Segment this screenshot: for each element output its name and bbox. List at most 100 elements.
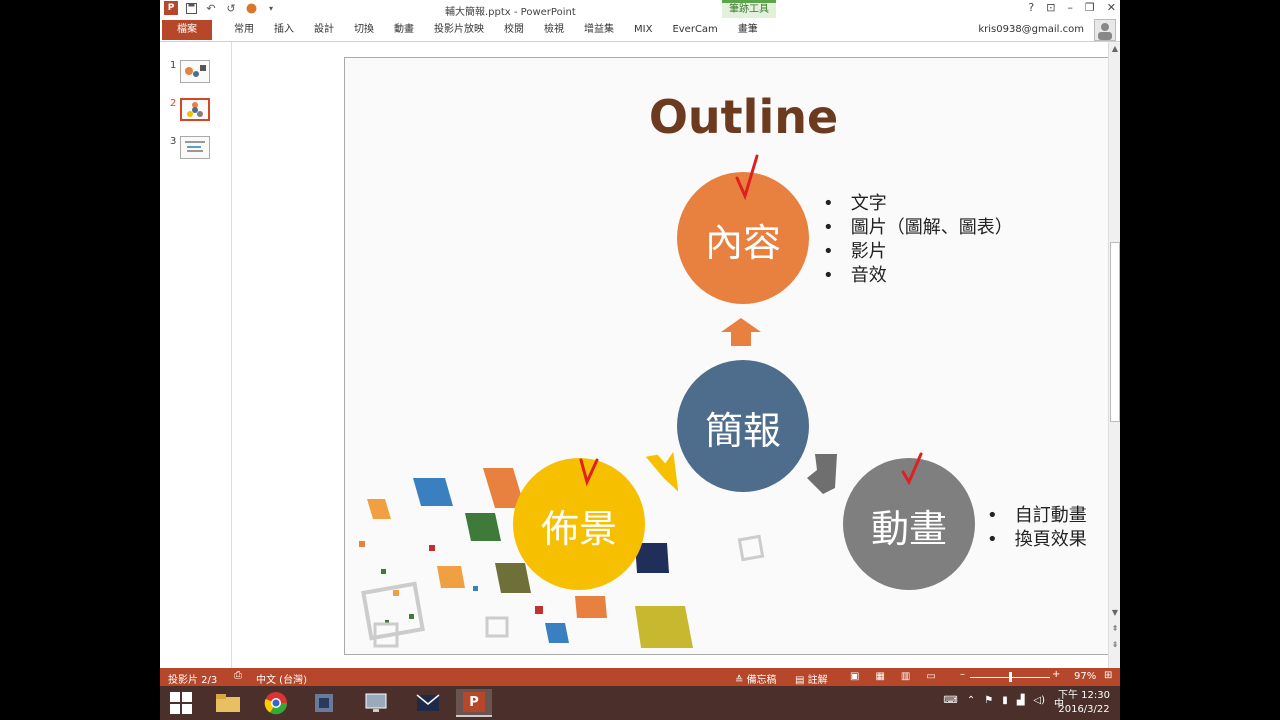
help-icon[interactable]: ? [1028, 1, 1034, 14]
thumbnail-number: 3 [170, 136, 177, 147]
slide-editing-area: Outline 內容 簡報 佈景 動畫 • 文字 • 圖片（圖解、圖表） • 影… [232, 42, 1120, 668]
volume-icon[interactable]: ◁) [1033, 695, 1045, 710]
language-indicator[interactable]: 中文 (台灣) [256, 671, 307, 686]
ribbon-tab[interactable]: MIX [624, 24, 662, 36]
ribbon-display-options-icon[interactable]: ⊡ [1046, 1, 1055, 14]
ribbon-tabs: 檔案 常用 插入 設計 切換 動畫 投影片放映 校閱 檢視 增益集 MIX EverCam 畫筆 kr… [160, 18, 1120, 42]
notes-button[interactable]: ≙ 備忘稿 [735, 671, 777, 686]
show-hidden-icons-icon[interactable]: ⌃ [967, 695, 975, 710]
powerpoint-logo-icon: P [164, 1, 178, 15]
slide-thumbnail-2[interactable]: 2 [170, 98, 211, 121]
ribbon-tab[interactable]: 增益集 [574, 24, 624, 36]
windows-logo-icon [170, 692, 192, 714]
zoom-slider[interactable]: – + [960, 669, 1060, 683]
ribbon-tab[interactable]: 校閱 [494, 24, 534, 36]
ribbon-tab-list: 常用 插入 設計 切換 動畫 投影片放映 校閱 檢視 增益集 MIX EverCam 畫筆 [224, 24, 768, 36]
zoom-thumb[interactable] [1009, 672, 1012, 682]
thumbnail-number: 2 [170, 98, 177, 109]
restore-icon[interactable]: ❐ [1085, 1, 1095, 14]
scroll-up-icon[interactable]: ▲ [1109, 44, 1120, 53]
thumbnail-preview [180, 136, 211, 159]
title-bar: P ↶ ↺ ▾ 輔大簡報.pptx - PowerPoint 筆跡工具 ? ⊡ … [160, 0, 1120, 18]
undo-icon[interactable]: ↶ [204, 1, 218, 15]
zoom-out-icon[interactable]: – [960, 669, 965, 680]
next-slide-icon[interactable]: ⇟ [1109, 640, 1120, 649]
save-icon[interactable] [184, 1, 198, 15]
spell-check-icon[interactable]: ⎙ [234, 670, 242, 681]
avatar[interactable] [1094, 19, 1116, 41]
zoom-in-icon[interactable]: + [1052, 669, 1060, 680]
slide-thumbnail-3[interactable]: 3 [170, 136, 211, 159]
redo-icon[interactable]: ↺ [224, 1, 238, 15]
bullet-item: • 圖片（圖解、圖表） [823, 217, 1013, 238]
slide-thumbnail-1[interactable]: 1 [170, 60, 211, 83]
battery-icon[interactable]: ▮ [1002, 695, 1008, 710]
action-center-flag-icon[interactable]: ⚑ [984, 695, 993, 710]
reading-view-icon[interactable]: ▥ [901, 671, 910, 682]
mail-app-icon[interactable] [410, 689, 446, 717]
remote-desktop-icon[interactable] [358, 689, 394, 717]
quick-access-toolbar: P ↶ ↺ ▾ [164, 1, 278, 15]
account-email[interactable]: kris0938@gmail.com [978, 24, 1084, 35]
file-explorer-icon[interactable] [210, 689, 246, 717]
keyboard-icon[interactable]: ⌨ [943, 695, 957, 710]
thumbnail-preview [180, 98, 211, 121]
slide-canvas[interactable]: Outline 內容 簡報 佈景 動畫 • 文字 • 圖片（圖解、圖表） • 影… [344, 57, 1120, 655]
status-bar: 投影片 2/3 ⎙ 中文 (台灣) ≙ 備忘稿 ▤ 註解 ▣ ▦ ▥ ▭ – +… [160, 668, 1120, 686]
previous-slide-icon[interactable]: ⇞ [1109, 624, 1120, 633]
scroll-down-icon[interactable]: ▼ [1109, 608, 1120, 617]
bullet-item: • 音效 [823, 265, 887, 286]
bullet-item: • 換頁效果 [987, 529, 1087, 550]
bullet-item: • 文字 [823, 193, 887, 214]
slideshow-start-icon[interactable] [244, 1, 258, 15]
scrollbar-thumb[interactable] [1110, 242, 1120, 422]
context-tab-ink-tools[interactable]: 筆跡工具 [722, 0, 776, 18]
chrome-icon[interactable] [258, 689, 294, 717]
comments-label: 註解 [807, 675, 828, 686]
ribbon-tab[interactable]: 檢視 [534, 24, 574, 36]
ribbon-tab[interactable]: 常用 [224, 24, 264, 36]
zoom-percent[interactable]: 97% [1074, 671, 1096, 682]
circle-label-presentation: 簡報 [704, 409, 781, 453]
circle-label-content: 內容 [704, 221, 781, 265]
clock[interactable]: 下午 12:30 2016/3/22 [1058, 689, 1110, 717]
ribbon-tab[interactable]: 動畫 [384, 24, 424, 36]
windows-taskbar: P ⌨ ⌃ ⚑ ▮ ▟ ◁) 中 下午 12:30 2016/3/22 [160, 686, 1120, 720]
ribbon-tab[interactable]: 畫筆 [728, 24, 768, 36]
thumbnail-preview [180, 60, 211, 83]
slide-thumbnail-pane: 1 2 3 [160, 42, 232, 668]
circle-label-theme: 佈景 [540, 507, 617, 551]
customize-qat-chevron-down-icon[interactable]: ▾ [264, 1, 278, 15]
circle-label-animation: 動畫 [870, 507, 947, 551]
view-buttons: ▣ ▦ ▥ ▭ [850, 671, 936, 682]
slideshow-view-icon[interactable]: ▭ [926, 671, 935, 682]
ribbon-tab[interactable]: 插入 [264, 24, 304, 36]
ribbon-tab[interactable]: 設計 [304, 24, 344, 36]
slide-sorter-icon[interactable]: ▦ [875, 671, 884, 682]
slide-graphics [359, 154, 975, 648]
bullet-item: • 影片 [823, 241, 887, 262]
comments-button[interactable]: ▤ 註解 [795, 671, 828, 686]
network-signal-icon[interactable]: ▟ [1017, 695, 1025, 710]
ribbon-tab[interactable]: 切換 [344, 24, 384, 36]
clock-date: 2016/3/22 [1058, 704, 1110, 715]
window-title: 輔大簡報.pptx - PowerPoint [445, 7, 576, 18]
slide-indicator: 投影片 2/3 [168, 675, 218, 686]
fit-to-window-icon[interactable]: ⊞ [1104, 670, 1112, 681]
clock-time: 下午 12:30 [1058, 690, 1110, 701]
ribbon-tab[interactable]: 投影片放映 [424, 24, 494, 36]
control-panel-icon[interactable] [306, 689, 342, 717]
tab-file[interactable]: 檔案 [162, 20, 212, 40]
minimize-icon[interactable]: – [1067, 1, 1073, 14]
bullet-item: • 自訂動畫 [987, 505, 1087, 526]
slide-title: Outline [648, 90, 839, 144]
close-icon[interactable]: ✕ [1107, 1, 1116, 14]
start-button[interactable] [170, 692, 192, 718]
powerpoint-taskbar-icon[interactable]: P [456, 689, 492, 717]
animation-bullet-list: • 自訂動畫 • 換頁效果 [987, 504, 1087, 552]
normal-view-icon[interactable]: ▣ [850, 671, 859, 682]
thumbnail-number: 1 [170, 60, 177, 71]
notes-label: 備忘稿 [746, 675, 777, 686]
vertical-scrollbar[interactable]: ▲ ▼ ⇞ ⇟ [1108, 42, 1120, 668]
ribbon-tab[interactable]: EverCam [662, 24, 727, 36]
